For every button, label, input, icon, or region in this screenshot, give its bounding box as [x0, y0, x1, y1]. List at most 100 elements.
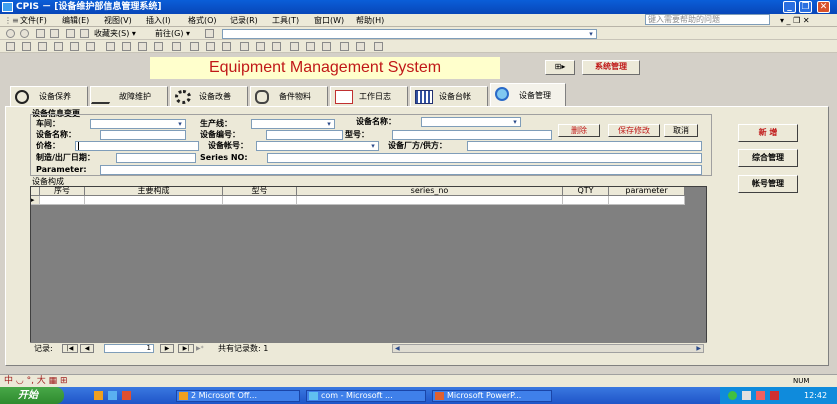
- hyperlink-icon[interactable]: [190, 42, 199, 51]
- find-icon[interactable]: [290, 42, 299, 51]
- parameter-input[interactable]: [100, 165, 702, 175]
- first-record-icon[interactable]: |◀: [62, 344, 78, 353]
- exit-button[interactable]: ⊞▸: [545, 60, 575, 75]
- taskbar-item-com[interactable]: com - Microsoft ...: [306, 390, 426, 402]
- goto-menu[interactable]: 前往(G) ▾: [155, 28, 190, 39]
- sort-descending-icon[interactable]: [222, 42, 231, 51]
- save-icon[interactable]: [22, 42, 31, 51]
- quicklaunch-access-icon[interactable]: [94, 391, 103, 400]
- menu-tools[interactable]: 工具(T): [272, 15, 299, 26]
- database-window-icon[interactable]: [340, 42, 349, 51]
- col-model[interactable]: 型号: [223, 187, 297, 196]
- equipment-name-input[interactable]: [100, 130, 186, 140]
- col-parameter[interactable]: parameter: [609, 187, 685, 196]
- add-new-button[interactable]: 新 增: [738, 124, 798, 142]
- delete-record-icon[interactable]: [322, 42, 331, 51]
- col-main-component[interactable]: 主要构成: [85, 187, 223, 196]
- paste-icon[interactable]: [138, 42, 147, 51]
- help-icon[interactable]: [374, 42, 383, 51]
- home-icon[interactable]: [66, 29, 75, 38]
- tab-equipment-improvement[interactable]: 设备改善: [170, 86, 248, 106]
- chevron-down-icon[interactable]: ▾: [175, 120, 185, 128]
- row-selector-icon[interactable]: ▸: [31, 196, 40, 205]
- restore-button[interactable]: ❐: [799, 1, 812, 13]
- refresh-icon[interactable]: [50, 29, 59, 38]
- table-cell[interactable]: [40, 196, 85, 205]
- sort-ascending-icon[interactable]: [206, 42, 215, 51]
- filter-by-form-icon[interactable]: [256, 42, 265, 51]
- scroll-left-icon[interactable]: ◀: [395, 345, 400, 352]
- taskbar-item-office[interactable]: 2 Microsoft Off...: [176, 390, 300, 402]
- series-no-input[interactable]: [267, 153, 702, 163]
- account-management-button[interactable]: 帐号管理: [738, 175, 798, 193]
- undo-icon[interactable]: [172, 42, 181, 51]
- help-search-input[interactable]: 键入需要帮助的问题: [645, 14, 770, 25]
- tab-equipment-maintenance[interactable]: 设备保养: [10, 86, 88, 106]
- menu-help[interactable]: 帮助(H): [356, 15, 384, 26]
- copy-icon[interactable]: [122, 42, 131, 51]
- minimize-button[interactable]: _: [783, 1, 796, 13]
- general-management-button[interactable]: 综合管理: [738, 149, 798, 167]
- menu-insert[interactable]: 插入(I): [146, 15, 171, 26]
- next-record-icon[interactable]: ▶: [160, 344, 174, 353]
- new-record-icon[interactable]: [306, 42, 315, 51]
- format-painter-icon[interactable]: [154, 42, 163, 51]
- tab-equipment-management[interactable]: 设备管理: [490, 83, 566, 107]
- volume-icon[interactable]: [742, 391, 751, 400]
- table-cell[interactable]: [223, 196, 297, 205]
- manufacturer-input[interactable]: [467, 141, 702, 151]
- back-icon[interactable]: [6, 29, 15, 38]
- delete-button[interactable]: 删除: [558, 124, 600, 137]
- apply-filter-icon[interactable]: [272, 42, 281, 51]
- quicklaunch-desktop-icon[interactable]: [108, 391, 117, 400]
- table-cell[interactable]: [609, 196, 685, 205]
- chevron-down-icon[interactable]: ▾: [368, 142, 378, 150]
- filter-by-selection-icon[interactable]: [240, 42, 249, 51]
- system-management-button[interactable]: 系统管理: [582, 60, 640, 75]
- col-seq[interactable]: 序号: [40, 187, 85, 196]
- tab-spare-parts[interactable]: 备件物料: [250, 86, 328, 106]
- production-line-select[interactable]: ▾: [251, 119, 335, 129]
- price-input[interactable]: [75, 141, 199, 151]
- antivirus-icon[interactable]: [756, 391, 765, 400]
- last-record-icon[interactable]: ▶|: [178, 344, 194, 353]
- security-icon[interactable]: [770, 391, 779, 400]
- stop-icon[interactable]: [36, 29, 45, 38]
- search-web-icon[interactable]: [80, 29, 89, 38]
- ime-toolbar[interactable]: 中 ◡ °, 大 ▦ ⊞: [4, 376, 68, 387]
- chevron-down-icon[interactable]: ▾: [586, 30, 596, 38]
- tab-equipment-ledger[interactable]: 设备台帐: [410, 86, 488, 106]
- tab-fault-repair[interactable]: 故障维护: [90, 86, 168, 106]
- taskbar-item-powerpoint[interactable]: Microsoft PowerP...: [432, 390, 552, 402]
- quicklaunch-browser-icon[interactable]: [122, 391, 131, 400]
- menu-window[interactable]: 窗口(W): [314, 15, 344, 26]
- start-button[interactable]: 开始: [0, 387, 64, 404]
- close-button[interactable]: ✕: [817, 1, 830, 13]
- cancel-button[interactable]: 取消: [664, 124, 698, 137]
- menu-file[interactable]: 文件(F): [20, 15, 47, 26]
- menu-format[interactable]: 格式(O): [188, 15, 217, 26]
- menu-records[interactable]: 记录(R): [230, 15, 258, 26]
- mfg-date-input[interactable]: [116, 153, 196, 163]
- account-no-select[interactable]: ▾: [256, 141, 379, 151]
- scroll-right-icon[interactable]: ▶: [696, 345, 701, 352]
- print-preview-icon[interactable]: [70, 42, 79, 51]
- save-changes-button[interactable]: 保存修改: [608, 124, 660, 137]
- col-qty[interactable]: QTY: [563, 187, 609, 196]
- favorites-menu[interactable]: 收藏夹(S) ▾: [94, 28, 136, 39]
- chevron-down-icon[interactable]: ▾: [324, 120, 334, 128]
- table-cell[interactable]: [563, 196, 609, 205]
- cut-icon[interactable]: [106, 42, 115, 51]
- menu-minimize-icon[interactable]: ▾ _ ❐ ✕: [780, 15, 810, 26]
- print-icon[interactable]: [54, 42, 63, 51]
- col-series-no[interactable]: series_no: [297, 187, 563, 196]
- spell-check-icon[interactable]: [86, 42, 95, 51]
- search-icon[interactable]: [38, 42, 47, 51]
- new-object-icon[interactable]: [356, 42, 365, 51]
- menu-edit[interactable]: 编辑(E): [62, 15, 89, 26]
- table-cell[interactable]: [85, 196, 223, 205]
- model-input[interactable]: [392, 130, 552, 140]
- chevron-down-icon[interactable]: ▾: [510, 118, 520, 126]
- address-input[interactable]: ▾: [222, 29, 597, 39]
- menu-view[interactable]: 视图(V): [104, 15, 132, 26]
